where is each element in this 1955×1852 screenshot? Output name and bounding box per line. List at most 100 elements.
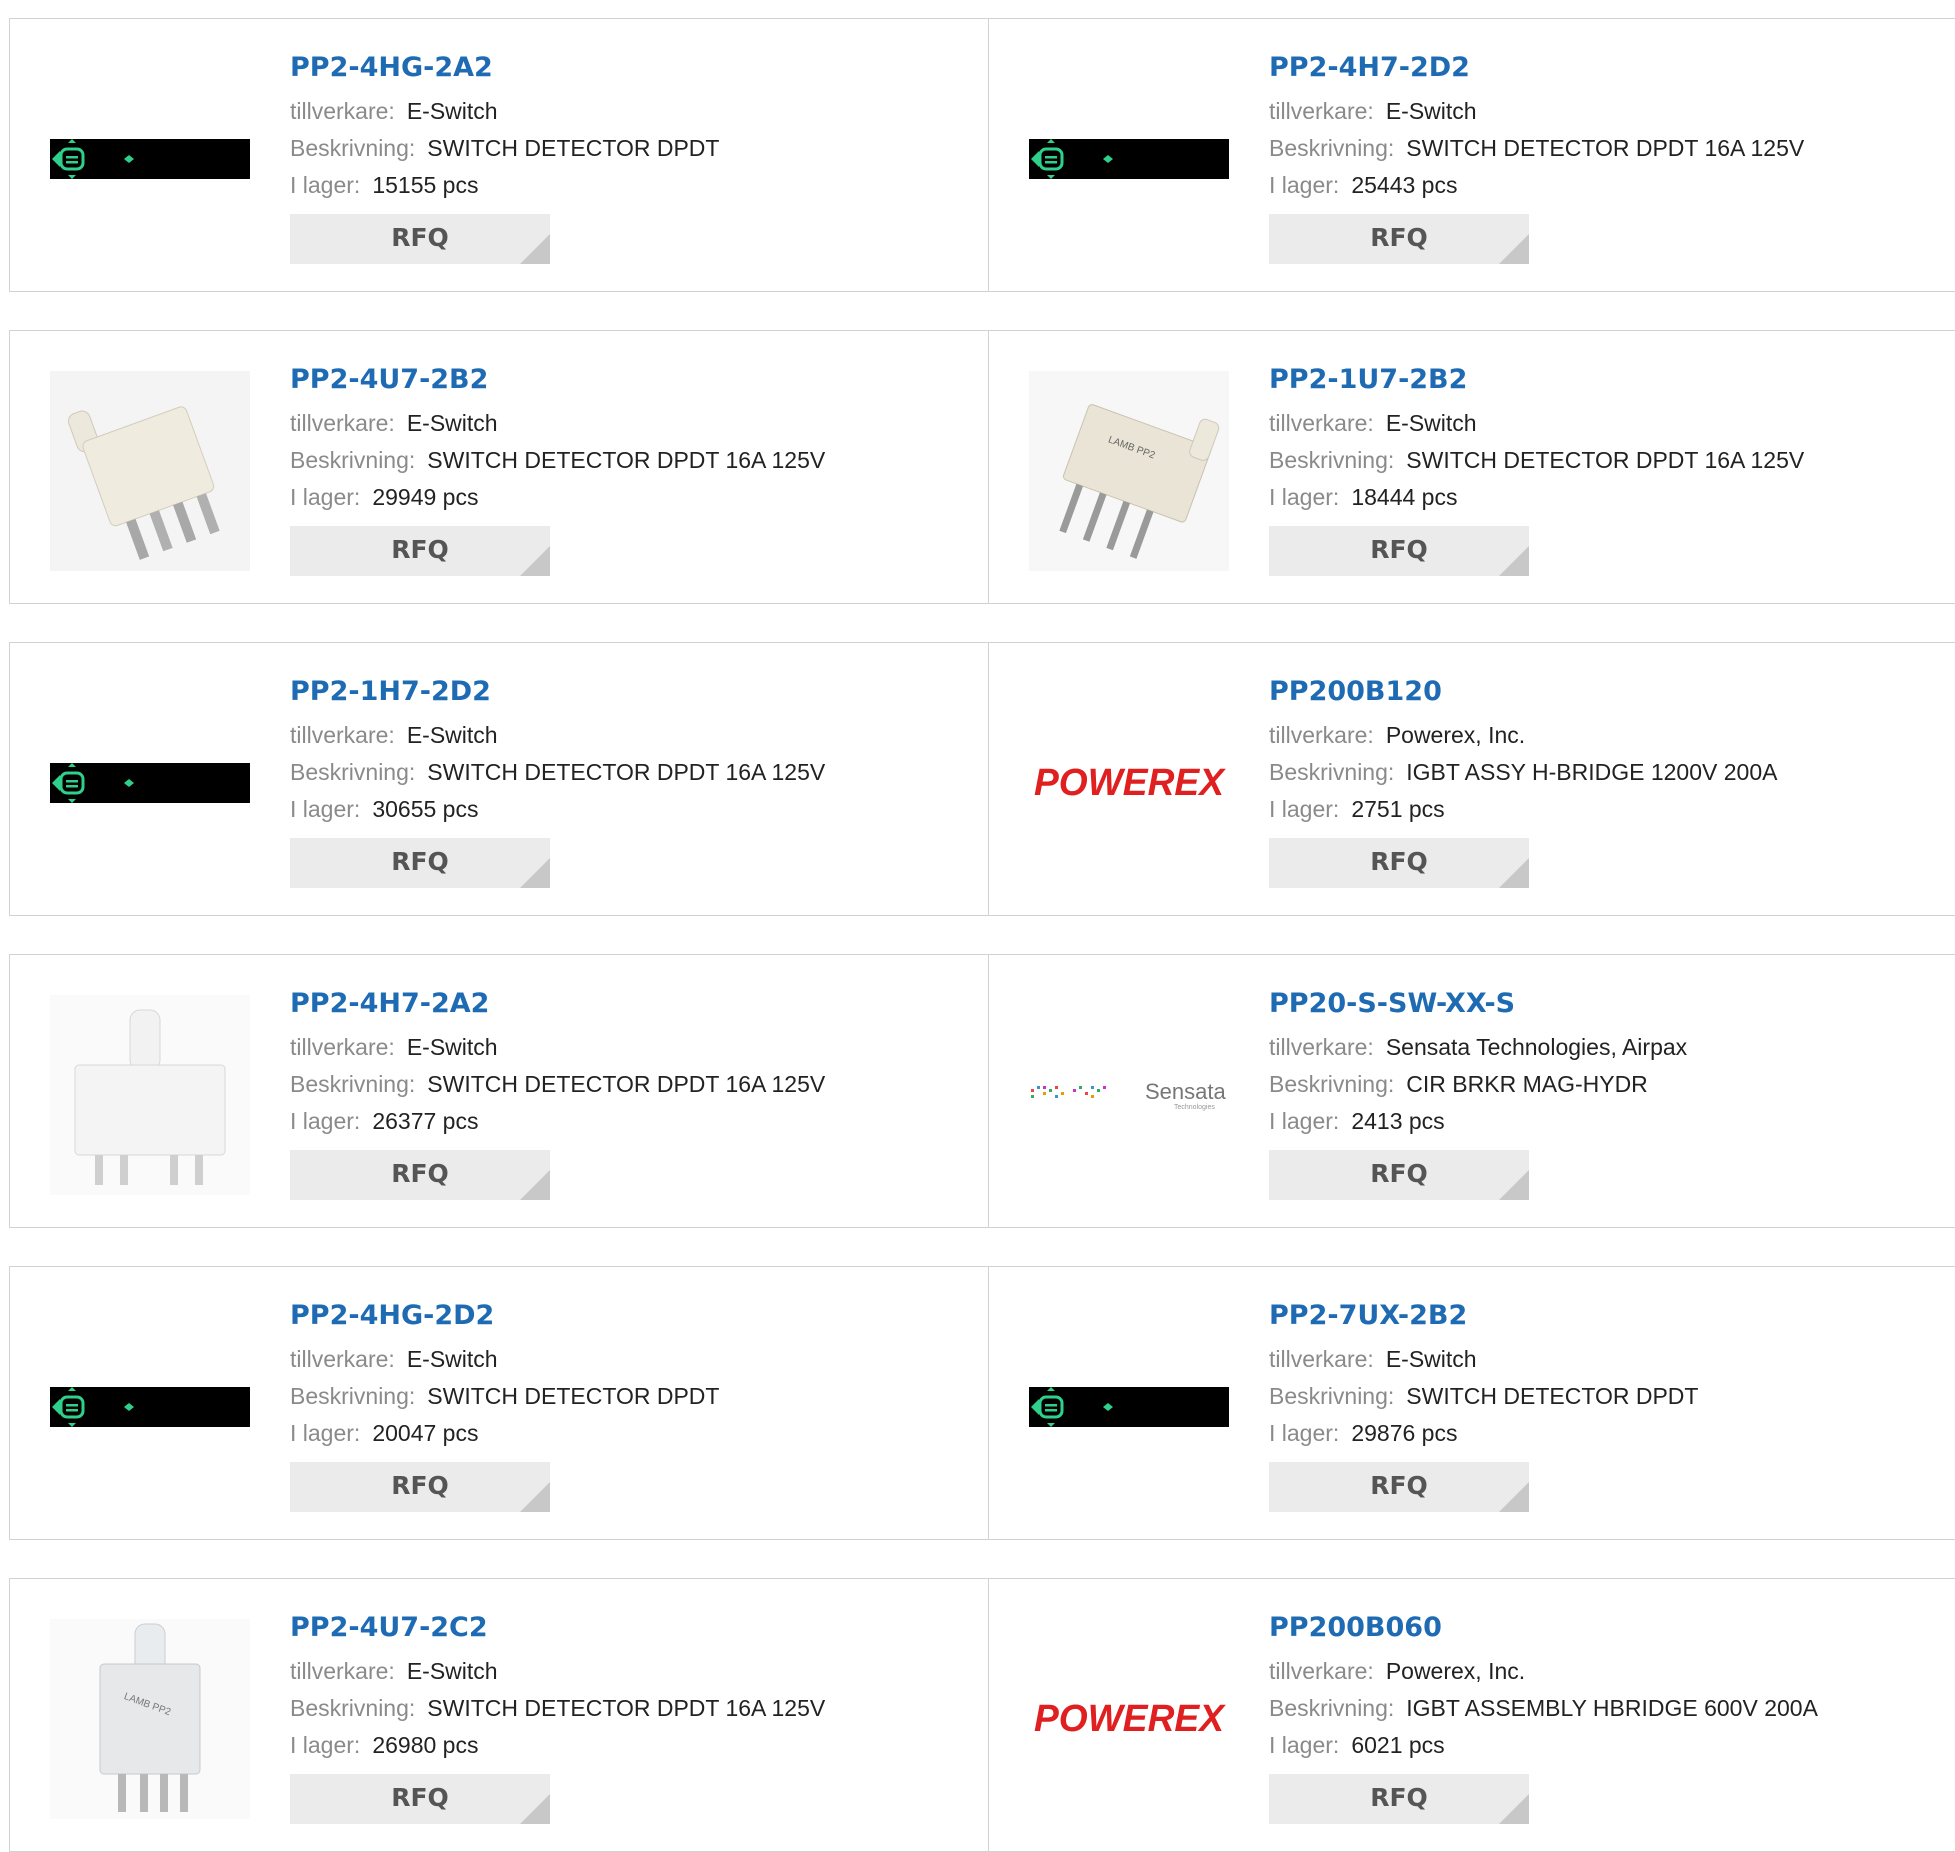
rfq-label: RFQ <box>391 1159 449 1188</box>
product-part-link[interactable]: PP2-4H7-2A2 <box>290 985 825 1023</box>
manufacturer-label: tillverkare: <box>290 98 395 124</box>
rfq-button[interactable]: RFQ <box>1269 1150 1529 1200</box>
stock-value: 2751 pcs <box>1351 796 1445 822</box>
manufacturer-value: E-Switch <box>1385 1346 1477 1372</box>
rfq-label: RFQ <box>391 223 449 252</box>
rfq-button[interactable]: RFQ <box>290 1774 550 1824</box>
manufacturer-label: tillverkare: <box>1269 410 1374 436</box>
stock-label: I lager: <box>290 172 361 198</box>
rfq-button[interactable]: RFQ <box>290 526 550 576</box>
product-part-link[interactable]: PP2-7UX-2B2 <box>1269 1297 1698 1335</box>
rfq-label: RFQ <box>1370 223 1428 252</box>
manufacturer-value: E-Switch <box>406 722 498 748</box>
description-value: SWITCH DETECTOR DPDT 16A 125V <box>427 759 826 785</box>
product-image[interactable] <box>50 1307 250 1507</box>
powerex-logo-image[interactable]: POWEREX <box>1029 1619 1229 1819</box>
product-part-link[interactable]: PP2-1H7-2D2 <box>290 673 825 711</box>
manufacturer-line: tillverkare: Powerex, Inc. <box>1269 1653 1818 1690</box>
manufacturer-label: tillverkare: <box>1269 1658 1374 1684</box>
description-label: Beskrivning: <box>1269 1071 1395 1097</box>
stock-value: 20047 pcs <box>372 1420 479 1446</box>
description-line: Beskrivning: IGBT ASSEMBLY HBRIDGE 600V 2… <box>1269 1690 1818 1727</box>
stock-line: I lager: 25443 pcs <box>1269 167 1804 204</box>
product-info: PP2-4H7-2A2 tillverkare: E-Switch Beskriv… <box>290 985 825 1140</box>
description-line: Beskrivning: IGBT ASSY H-BRIDGE 1200V 200… <box>1269 754 1777 791</box>
corner-triangle-icon <box>520 1794 550 1824</box>
product-image[interactable] <box>1029 1307 1229 1507</box>
product-image[interactable] <box>50 995 250 1195</box>
rfq-label: RFQ <box>391 1471 449 1500</box>
product-part-link[interactable]: PP200B060 <box>1269 1609 1818 1647</box>
corner-triangle-icon <box>1499 1794 1529 1824</box>
product-part-link[interactable]: PP2-4HG-2D2 <box>290 1297 719 1335</box>
stock-value: 29949 pcs <box>372 484 479 510</box>
stock-value: 2413 pcs <box>1351 1108 1445 1134</box>
product-part-link[interactable]: PP200B120 <box>1269 673 1777 711</box>
description-value: SWITCH DETECTOR DPDT <box>427 135 720 161</box>
powerex-logo-text: POWEREX <box>1034 763 1227 803</box>
stock-value: 18444 pcs <box>1351 484 1458 510</box>
rfq-button[interactable]: RFQ <box>1269 838 1529 888</box>
manufacturer-line: tillverkare: E-Switch <box>1269 93 1804 130</box>
corner-triangle-icon <box>520 1482 550 1512</box>
rfq-button[interactable]: RFQ <box>290 214 550 264</box>
description-line: Beskrivning: SWITCH DETECTOR DPDT 16A 125… <box>290 1066 825 1103</box>
description-line: Beskrivning: SWITCH DETECTOR DPDT <box>1269 1378 1698 1415</box>
rfq-button[interactable]: RFQ <box>1269 1774 1529 1824</box>
product-part-link[interactable]: PP20-S-SW-XX-S <box>1269 985 1687 1023</box>
rfq-button[interactable]: RFQ <box>290 838 550 888</box>
rfq-button[interactable]: RFQ <box>290 1462 550 1512</box>
corner-triangle-icon <box>520 546 550 576</box>
description-line: Beskrivning: SWITCH DETECTOR DPDT 16A 125… <box>1269 130 1804 167</box>
stock-line: I lager: 18444 pcs <box>1269 479 1804 516</box>
description-value: SWITCH DETECTOR DPDT 16A 125V <box>427 1695 826 1721</box>
product-info: PP2-4HG-2A2 tillverkare: E-Switch Beskriv… <box>290 49 719 204</box>
corner-triangle-icon <box>520 1170 550 1200</box>
manufacturer-line: tillverkare: Powerex, Inc. <box>1269 717 1777 754</box>
product-info: PP2-7UX-2B2 tillverkare: E-Switch Beskriv… <box>1269 1297 1698 1452</box>
product-part-link[interactable]: PP2-4H7-2D2 <box>1269 49 1804 87</box>
stock-label: I lager: <box>1269 484 1340 510</box>
description-line: Beskrivning: CIR BRKR MAG-HYDR <box>1269 1066 1687 1103</box>
product-image[interactable] <box>1029 59 1229 259</box>
product-part-link[interactable]: PP2-1U7-2B2 <box>1269 361 1804 399</box>
product-card: LAMB PP2 PP2-4U7-2C2 tillverkare: E-Switc… <box>10 1579 989 1851</box>
rfq-label: RFQ <box>1370 847 1428 876</box>
product-image[interactable] <box>50 371 250 571</box>
description-value: CIR BRKR MAG-HYDR <box>1406 1071 1648 1097</box>
manufacturer-label: tillverkare: <box>1269 1346 1374 1372</box>
description-line: Beskrivning: SWITCH DETECTOR DPDT <box>290 1378 719 1415</box>
stock-line: I lager: 6021 pcs <box>1269 1727 1818 1764</box>
rfq-button[interactable]: RFQ <box>1269 526 1529 576</box>
corner-triangle-icon <box>1499 546 1529 576</box>
description-label: Beskrivning: <box>1269 1383 1395 1409</box>
product-part-link[interactable]: PP2-4U7-2C2 <box>290 1609 825 1647</box>
product-image[interactable] <box>50 683 250 883</box>
svg-text:Sensata: Sensata <box>1145 1079 1226 1104</box>
stock-label: I lager: <box>1269 1108 1340 1134</box>
description-label: Beskrivning: <box>290 135 416 161</box>
product-part-link[interactable]: PP2-4HG-2A2 <box>290 49 719 87</box>
product-part-link[interactable]: PP2-4U7-2B2 <box>290 361 825 399</box>
svg-text:Technologies: Technologies <box>1174 1104 1215 1111</box>
product-image[interactable]: LAMB PP2 <box>1029 371 1229 571</box>
stock-line: I lager: 29876 pcs <box>1269 1415 1698 1452</box>
stock-value: 29876 pcs <box>1351 1420 1458 1446</box>
product-image[interactable]: LAMB PP2 <box>50 1619 250 1819</box>
rfq-button[interactable]: RFQ <box>1269 214 1529 264</box>
manufacturer-label: tillverkare: <box>1269 722 1374 748</box>
product-row: PP2-1H7-2D2 tillverkare: E-Switch Beskriv… <box>9 642 1955 916</box>
stock-line: I lager: 15155 pcs <box>290 167 719 204</box>
powerex-logo-image[interactable]: POWEREX <box>1029 683 1229 883</box>
product-card: POWEREX PP200B120 tillverkare: Powerex, I… <box>989 643 1955 915</box>
rfq-button[interactable]: RFQ <box>1269 1462 1529 1512</box>
product-image[interactable] <box>50 59 250 259</box>
stock-label: I lager: <box>290 1732 361 1758</box>
stock-line: I lager: 26980 pcs <box>290 1727 825 1764</box>
manufacturer-label: tillverkare: <box>290 1658 395 1684</box>
sensata-logo-image[interactable]: Sensata Technologies <box>1029 995 1229 1195</box>
product-info: PP2-4U7-2B2 tillverkare: E-Switch Beskriv… <box>290 361 825 516</box>
rfq-button[interactable]: RFQ <box>290 1150 550 1200</box>
stock-label: I lager: <box>290 1420 361 1446</box>
description-label: Beskrivning: <box>290 759 416 785</box>
